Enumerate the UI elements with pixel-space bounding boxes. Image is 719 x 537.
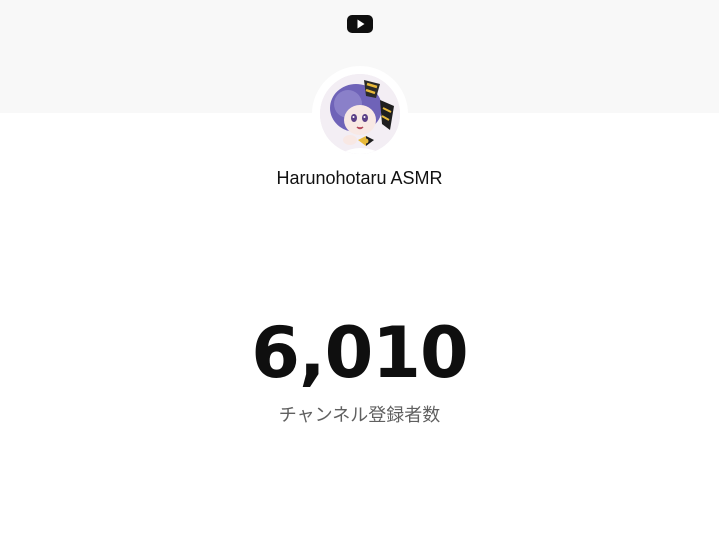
- channel-avatar[interactable]: [320, 74, 400, 154]
- avatar-frame: [312, 66, 408, 162]
- subscriber-count-label: チャンネル登録者数: [278, 405, 441, 426]
- subscriber-counter-page: Harunohotaru ASMR 6,010 チャンネル登録者数: [0, 0, 719, 537]
- channel-name[interactable]: Harunohotaru ASMR: [0, 168, 719, 188]
- subscriber-count: 6,010: [251, 312, 468, 394]
- youtube-logo-icon[interactable]: [347, 14, 373, 34]
